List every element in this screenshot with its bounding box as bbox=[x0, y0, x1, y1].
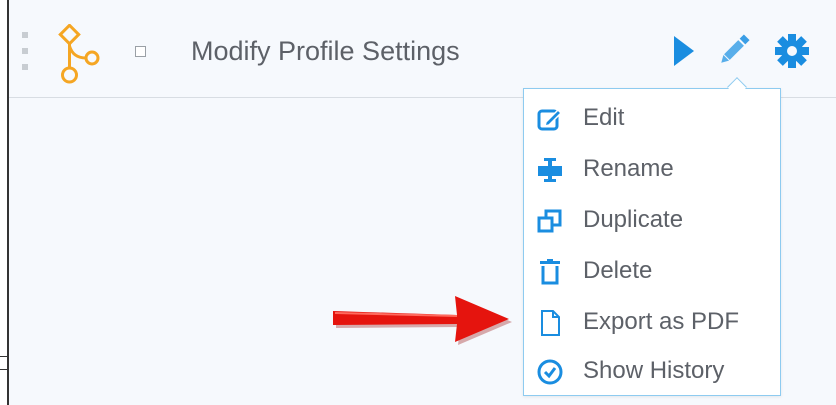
page-title: Modify Profile Settings bbox=[191, 36, 460, 66]
gear-icon[interactable] bbox=[773, 32, 811, 70]
play-icon[interactable] bbox=[672, 34, 696, 68]
menu-item-label: Export as PDF bbox=[583, 308, 740, 335]
workflow-branch-icon bbox=[58, 24, 100, 84]
history-clock-icon bbox=[537, 359, 563, 385]
menu-item-edit[interactable]: Edit bbox=[524, 93, 780, 143]
menu-item-label: Delete bbox=[583, 257, 653, 284]
edit-square-icon bbox=[537, 108, 563, 131]
red-arrow-annotation bbox=[333, 296, 512, 345]
menu-item-delete[interactable]: Delete bbox=[524, 246, 780, 296]
menu-item-export-pdf[interactable]: Export as PDF bbox=[524, 297, 780, 347]
rename-cursor-icon bbox=[538, 158, 562, 182]
document-icon bbox=[541, 310, 560, 336]
pencil-icon[interactable] bbox=[716, 30, 752, 70]
window-left-edge bbox=[0, 0, 9, 405]
menu-item-label: Rename bbox=[583, 155, 674, 182]
window-edge-marker bbox=[0, 356, 9, 370]
menu-item-label: Show History bbox=[583, 357, 725, 384]
trash-icon bbox=[540, 259, 560, 285]
drag-handle-icon[interactable] bbox=[20, 32, 30, 74]
menu-item-duplicate[interactable]: Duplicate bbox=[524, 195, 780, 245]
menu-item-rename[interactable]: Rename bbox=[524, 144, 780, 194]
menu-item-show-history[interactable]: Show History bbox=[524, 346, 780, 396]
menu-item-label: Edit bbox=[583, 104, 625, 131]
select-checkbox[interactable] bbox=[135, 46, 146, 57]
duplicate-icon bbox=[537, 209, 562, 233]
menu-item-label: Duplicate bbox=[583, 206, 684, 233]
